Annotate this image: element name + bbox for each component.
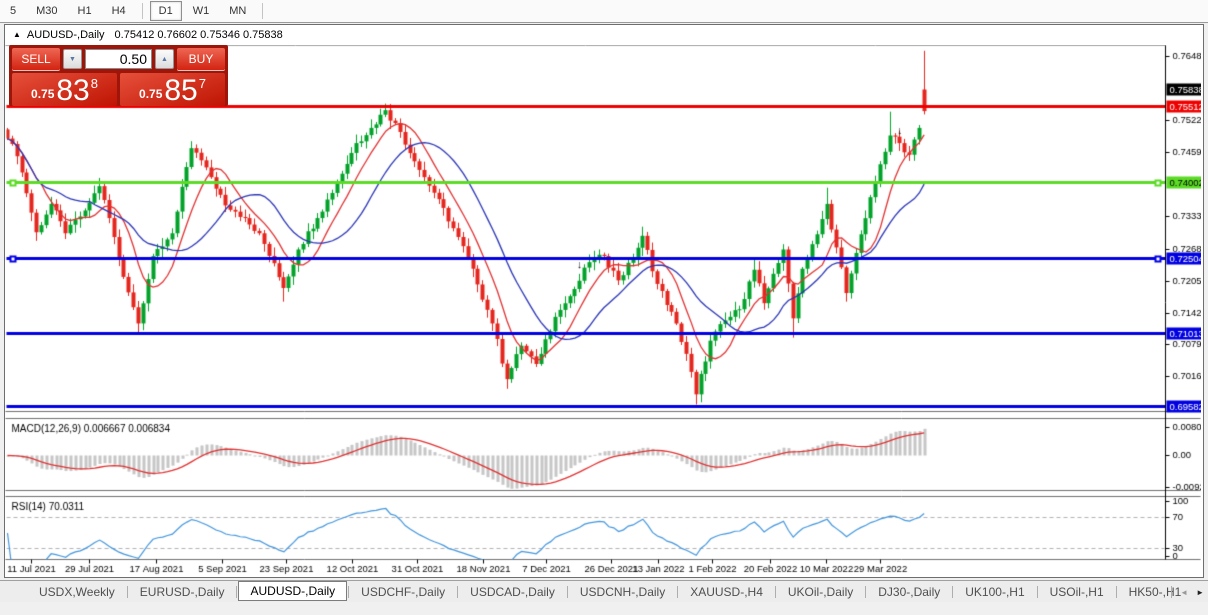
tab-separator (127, 586, 128, 598)
tab-usdcnh-daily[interactable]: USDCNH-,Daily (569, 582, 676, 602)
tab-scroll-right-icon[interactable]: ► (1196, 588, 1204, 597)
trade-controls-row: SELL ▼ ▲ BUY (12, 47, 225, 71)
tab-separator (775, 586, 776, 598)
timeframe-button-d1[interactable]: D1 (150, 1, 182, 21)
buy-price-big: 85 (164, 77, 197, 105)
sell-price-box[interactable]: 0.75838 (12, 73, 117, 106)
buy-price-base: 0.75 (139, 87, 162, 101)
tab-separator (1171, 586, 1172, 598)
sell-button[interactable]: SELL (12, 48, 60, 70)
timeframe-button-5[interactable]: 5 (1, 1, 25, 21)
toolbar-separator (262, 3, 263, 19)
timeframe-button-h1[interactable]: H1 (69, 1, 101, 21)
buy-button[interactable]: BUY (177, 48, 225, 70)
tab-usdchf-daily[interactable]: USDCHF-,Daily (350, 582, 456, 602)
tab-separator (1037, 586, 1038, 598)
sell-price-sup: 8 (91, 76, 98, 91)
chart-canvas[interactable] (5, 45, 1201, 575)
volume-increase-button[interactable]: ▲ (155, 49, 174, 69)
tab-separator (677, 586, 678, 598)
tab-separator (1116, 586, 1117, 598)
timeframe-button-w1[interactable]: W1 (184, 1, 219, 21)
tab-ukoil-daily[interactable]: UKOil-,Daily (777, 582, 864, 602)
tab-usdx-weekly[interactable]: USDX,Weekly (28, 582, 126, 602)
timeframe-button-h4[interactable]: H4 (103, 1, 135, 21)
tab-xauusd-h4[interactable]: XAUUSD-,H4 (679, 582, 774, 602)
tab-dj30-daily[interactable]: DJ30-,Daily (867, 582, 951, 602)
tab-separator (952, 586, 953, 598)
tab-audusd-daily[interactable]: AUDUSD-,Daily (238, 581, 347, 601)
chart-ohlc-values: 0.75412 0.76602 0.75346 0.75838 (115, 29, 283, 41)
volume-input[interactable] (85, 49, 152, 69)
chevron-up-icon: ▲ (161, 56, 168, 63)
volume-decrease-button[interactable]: ▼ (63, 49, 82, 69)
status-bar (0, 602, 1208, 615)
tab-usoil-h1[interactable]: USOil-,H1 (1039, 582, 1115, 602)
sell-price-base: 0.75 (31, 87, 54, 101)
timeframe-toolbar: 5M30H1H4 D1W1MN (0, 0, 1208, 23)
chart-tab-bar: USDX,WeeklyEURUSD-,DailyAUDUSD-,DailyUSD… (0, 580, 1208, 602)
tab-eurusd-daily[interactable]: EURUSD-,Daily (129, 582, 236, 602)
chevron-down-icon: ▼ (69, 56, 76, 63)
trade-prices-row: 0.75838 0.75857 (12, 73, 225, 106)
toolbar-separator (142, 3, 143, 19)
tab-separator (865, 586, 866, 598)
tab-scroll-controls: ◄► (1171, 581, 1204, 603)
timeframe-button-mn[interactable]: MN (220, 1, 255, 21)
chart-title: AUDUSD-,Daily (27, 29, 105, 41)
mt4-app: 5M30H1H4 D1W1MN ▲ AUDUSD-,Daily 0.75412 0… (0, 0, 1208, 615)
buy-price-sup: 7 (199, 76, 206, 91)
tab-separator (457, 586, 458, 598)
collapse-icon[interactable]: ▲ (13, 31, 21, 39)
tab-uk100-h1[interactable]: UK100-,H1 (954, 582, 1035, 602)
tab-separator (567, 586, 568, 598)
tab-scroll-left-icon[interactable]: ◄ (1180, 588, 1188, 597)
sell-price-big: 83 (56, 77, 89, 105)
tab-separator (236, 586, 237, 598)
timeframe-button-m30[interactable]: M30 (27, 1, 66, 21)
tab-separator (348, 586, 349, 598)
tab-usdcad-daily[interactable]: USDCAD-,Daily (459, 582, 566, 602)
one-click-trading-panel: SELL ▼ ▲ BUY 0.75838 0.75857 (9, 45, 228, 106)
chart-title-row: ▲ AUDUSD-,Daily 0.75412 0.76602 0.75346 … (5, 25, 1203, 45)
buy-price-box[interactable]: 0.75857 (120, 73, 225, 106)
chart-window: ▲ AUDUSD-,Daily 0.75412 0.76602 0.75346 … (4, 24, 1204, 578)
